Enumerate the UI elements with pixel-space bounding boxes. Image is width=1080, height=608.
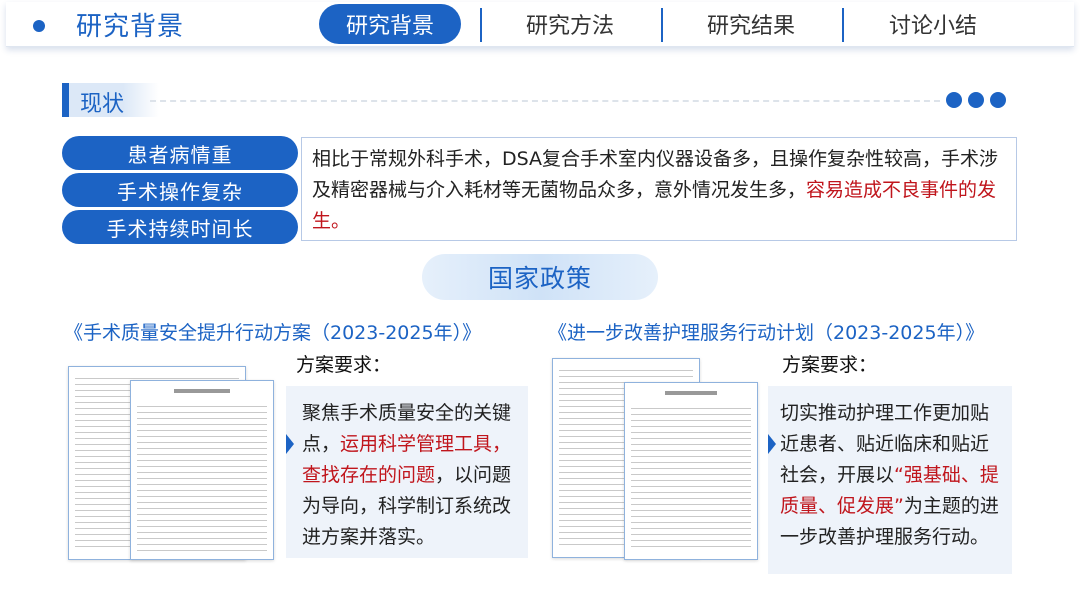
tab-research-background[interactable]: 研究背景: [319, 4, 461, 44]
requirement-arrow-icon: [286, 434, 294, 454]
requirement-arrow-icon: [768, 434, 776, 454]
section-title-policy: 国家政策: [487, 264, 592, 293]
header-dot-icon: [33, 20, 45, 32]
nav-divider: [661, 8, 663, 42]
requirement-label-1: 方案要求：: [296, 354, 392, 376]
pill-complex-operation: 手术操作复杂: [62, 173, 298, 207]
section-dots-decoration: [946, 92, 1006, 108]
section-title-bar: [62, 83, 69, 117]
page-title: 研究背景: [76, 12, 185, 42]
dot-icon: [968, 92, 984, 108]
pill-severe-condition: 患者病情重: [62, 136, 298, 170]
nav-divider: [842, 8, 844, 42]
requirement-text-1: 聚焦手术质量安全的关键点，运用科学管理工具，查找存在的问题，以问题为导向，科学制…: [302, 398, 524, 553]
pill-long-duration: 手术持续时间长: [62, 210, 298, 244]
tab-discussion-summary[interactable]: 讨论小结: [862, 4, 1004, 44]
status-description-text: 相比于常规外科手术，DSA复合手术室内仪器设备多，且操作复杂性较高，手术涉及精密…: [312, 144, 1008, 237]
dot-icon: [990, 92, 1006, 108]
policy-doc-title-1: 《手术质量安全提升行动方案（2023-2025年）》: [64, 322, 482, 344]
section-title-status: 现状: [80, 92, 125, 117]
requirement-label-2: 方案要求：: [782, 354, 878, 376]
requirement-text-2: 切实推动护理工作更加贴近患者、贴近临床和贴近社会，开展以“强基础、提质量、促发展…: [780, 398, 1006, 553]
section-dashed-divider: [150, 100, 940, 102]
policy-document-thumbnail: [624, 382, 758, 560]
tab-research-method[interactable]: 研究方法: [500, 4, 640, 44]
tab-research-results[interactable]: 研究结果: [681, 4, 821, 44]
policy-doc-title-2: 《进一步改善护理服务行动计划（2023-2025年）》: [548, 322, 985, 344]
nav-divider: [480, 8, 482, 42]
policy-document-thumbnail: [130, 380, 274, 560]
dot-icon: [946, 92, 962, 108]
